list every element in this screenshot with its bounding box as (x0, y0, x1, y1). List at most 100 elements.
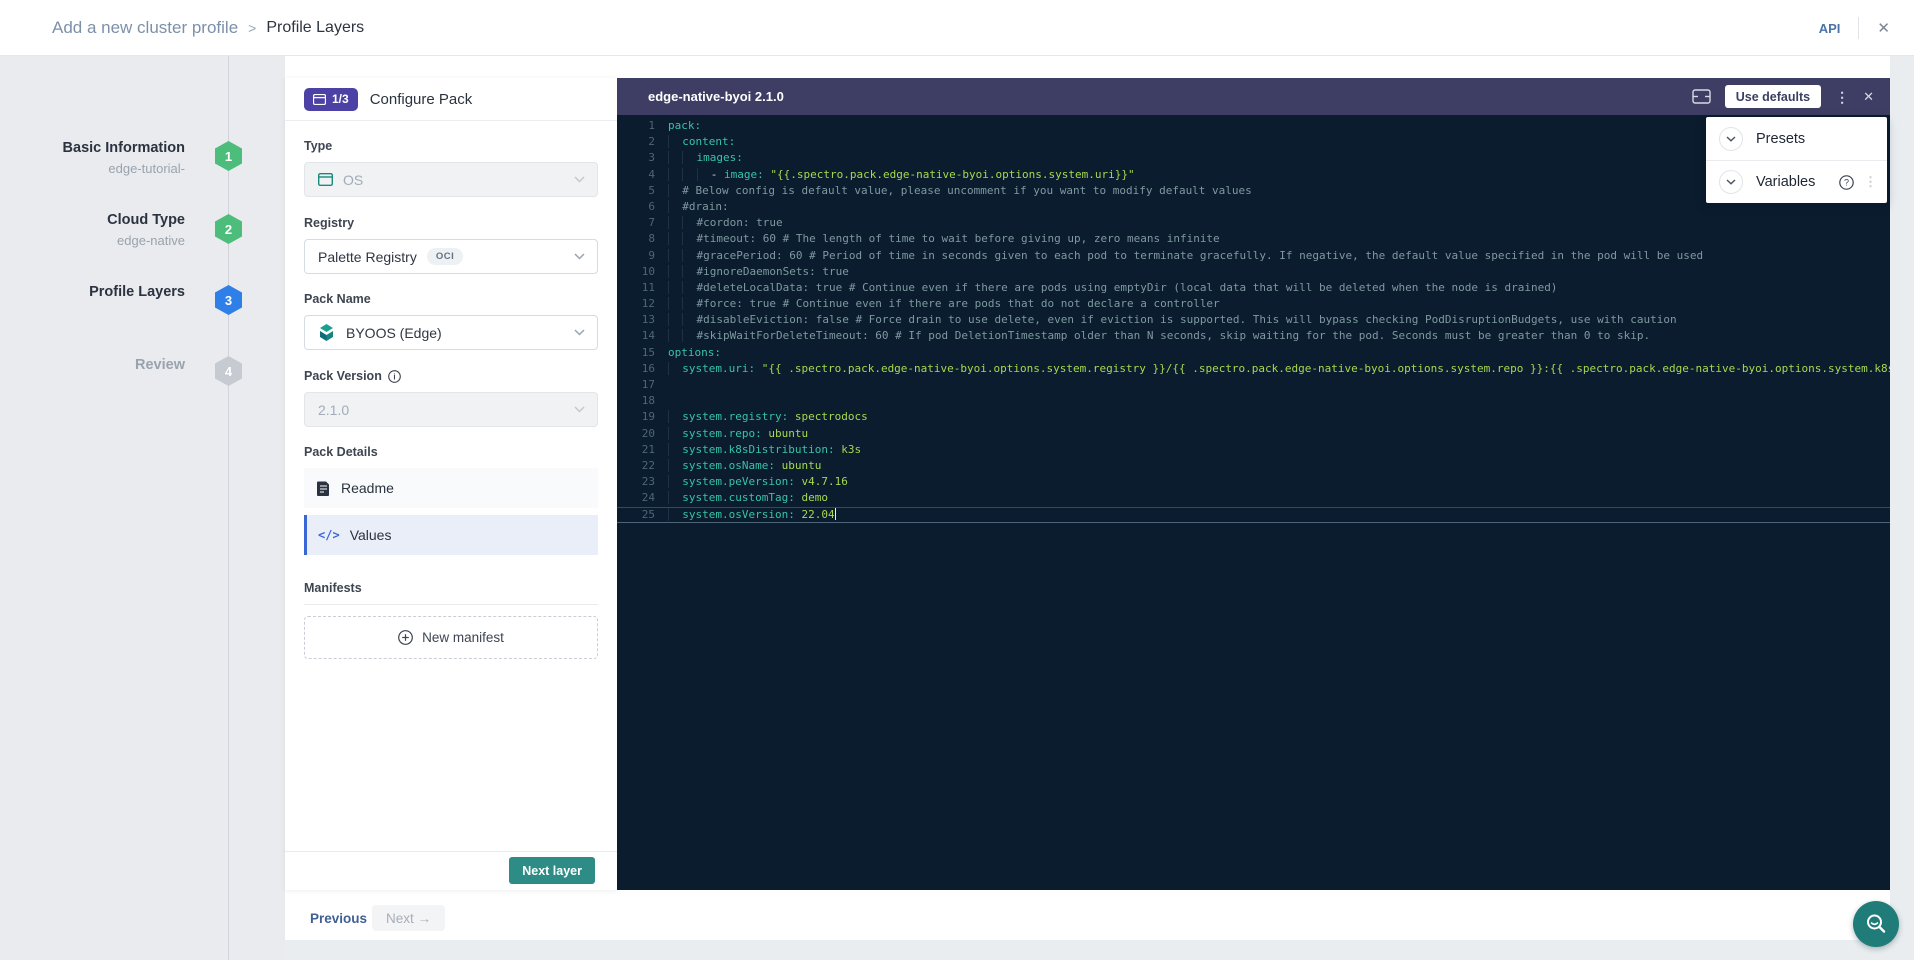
help-question-icon[interactable]: ? (1839, 175, 1854, 190)
code-line-content: system.uri: "{{ .spectro.pack.edge-nativ… (655, 361, 1890, 377)
wizard-close-icon[interactable]: ✕ (1877, 19, 1890, 37)
code-line[interactable]: 14 #skipWaitForDeleteTimeout: 60 # If po… (617, 328, 1890, 344)
code-line-content: system.repo: ubuntu (655, 426, 808, 442)
code-line[interactable]: 18 (617, 393, 1890, 409)
code-line-content (655, 393, 668, 409)
code-line[interactable]: 21 system.k8sDistribution: k3s (617, 442, 1890, 458)
line-number: 21 (617, 442, 655, 458)
code-line[interactable]: 16 system.uri: "{{ .spectro.pack.edge-na… (617, 361, 1890, 377)
code-line[interactable]: 24 system.customTag: demo (617, 490, 1890, 506)
new-manifest-button[interactable]: New manifest (304, 616, 598, 659)
code-line[interactable]: 3 images: (617, 150, 1890, 166)
code-line[interactable]: 17 (617, 377, 1890, 393)
presets-label: Presets (1756, 131, 1805, 147)
help-search-widget-button[interactable] (1853, 901, 1899, 947)
line-number: 14 (617, 328, 655, 344)
type-label: Type (304, 139, 332, 153)
code-line-content: #ignoreDaemonSets: true (655, 264, 849, 280)
code-line[interactable]: 10 #ignoreDaemonSets: true (617, 264, 1890, 280)
step-indicator-1[interactable]: 1 (215, 141, 242, 171)
previous-button[interactable]: Previous (310, 905, 367, 931)
code-line-content: images: (655, 150, 743, 166)
step-title-review[interactable]: Review (0, 357, 185, 373)
variables-expand-button[interactable] (1719, 170, 1743, 194)
code-line[interactable]: 15options: (617, 345, 1890, 361)
registry-select[interactable]: Palette Registry OCI (304, 239, 598, 274)
type-select[interactable]: OS (304, 162, 598, 197)
step-indicator-3[interactable]: 3 (215, 285, 242, 315)
configure-pack-header: 1/3 Configure Pack (285, 78, 617, 121)
code-line[interactable]: 12 #force: true # Continue even if there… (617, 296, 1890, 312)
line-number: 17 (617, 377, 655, 393)
wizard-stepper: Basic Information edge-tutorial- 1 Cloud… (0, 56, 285, 960)
next-layer-button[interactable]: Next layer (509, 857, 595, 884)
registry-value: Palette Registry (318, 249, 417, 265)
manifests-divider (304, 604, 598, 605)
readme-tab[interactable]: Readme (304, 468, 598, 508)
line-number: 2 (617, 134, 655, 150)
byoos-pack-icon (317, 323, 336, 342)
split-view-icon[interactable] (1692, 89, 1711, 104)
variables-menu-kebab-icon[interactable]: ⋮ (1864, 174, 1877, 190)
presets-row[interactable]: Presets (1706, 117, 1887, 160)
line-number: 13 (617, 312, 655, 328)
breadcrumb-parent[interactable]: Add a new cluster profile (52, 18, 238, 38)
code-line[interactable]: 22 system.osName: ubuntu (617, 458, 1890, 474)
api-link[interactable]: API (1819, 21, 1841, 36)
layer-window-icon (313, 94, 326, 105)
step-number: 2 (225, 222, 232, 237)
code-line[interactable]: 8 #timeout: 60 # The length of time to w… (617, 231, 1890, 247)
code-line[interactable]: 6 #drain: (617, 199, 1890, 215)
pack-step-count: 1/3 (332, 92, 349, 106)
code-line[interactable]: 11 #deleteLocalData: true # Continue eve… (617, 280, 1890, 296)
values-tab-selected[interactable]: </> Values (304, 515, 598, 555)
code-line[interactable]: 23 system.peVersion: v4.7.16 (617, 474, 1890, 490)
pack-version-select[interactable]: 2.1.0 (304, 392, 598, 427)
step-number: 4 (225, 364, 232, 379)
code-line-content: #disableEviction: false # Force drain to… (655, 312, 1677, 328)
code-line[interactable]: 5 # Below config is default value, pleas… (617, 183, 1890, 199)
code-line[interactable]: 1pack: (617, 118, 1890, 134)
code-line-content: #gracePeriod: 60 # Period of time in sec… (655, 248, 1703, 264)
pack-name-select[interactable]: BYOOS (Edge) (304, 315, 598, 350)
readme-document-icon (317, 481, 330, 496)
line-number: 4 (617, 167, 655, 183)
top-header: Add a new cluster profile > Profile Laye… (0, 0, 1914, 56)
code-line[interactable]: 2 content: (617, 134, 1890, 150)
step-subtitle-cloud-type: edge-native (0, 233, 185, 248)
code-line-content: system.osVersion: 22.04 (655, 508, 836, 522)
step-title-cloud-type[interactable]: Cloud Type (0, 212, 185, 228)
chevron-down-icon (574, 253, 585, 260)
step-title-profile-layers[interactable]: Profile Layers (0, 284, 185, 300)
variables-label: Variables (1756, 174, 1815, 190)
readme-tab-label: Readme (341, 480, 394, 496)
code-line[interactable]: 9 #gracePeriod: 60 # Period of time in s… (617, 248, 1890, 264)
code-line[interactable]: 4 - image: "{{.spectro.pack.edge-native-… (617, 167, 1890, 183)
line-number: 25 (617, 508, 655, 522)
code-line-content: content: (655, 134, 735, 150)
code-line[interactable]: 25 system.osVersion: 22.04 (617, 507, 1890, 523)
code-line[interactable]: 13 #disableEviction: false # Force drain… (617, 312, 1890, 328)
presets-expand-button[interactable] (1719, 127, 1743, 151)
use-defaults-button[interactable]: Use defaults (1725, 85, 1821, 108)
step-title-basic-information[interactable]: Basic Information (0, 140, 185, 156)
info-icon[interactable]: i (388, 370, 401, 383)
editor-close-icon[interactable]: ✕ (1863, 89, 1874, 105)
code-line[interactable]: 20 system.repo: ubuntu (617, 426, 1890, 442)
code-line[interactable]: 7 #cordon: true (617, 215, 1890, 231)
code-line-content: system.k8sDistribution: k3s (655, 442, 861, 458)
line-number: 10 (617, 264, 655, 280)
line-number: 12 (617, 296, 655, 312)
svg-text:i: i (393, 372, 395, 381)
code-line[interactable]: 19 system.registry: spectrodocs (617, 409, 1890, 425)
editor-menu-kebab-icon[interactable]: ⋮ (1835, 90, 1849, 104)
line-number: 1 (617, 118, 655, 134)
magnifier-smile-icon (1864, 912, 1888, 936)
next-button-disabled[interactable]: Next → (372, 905, 445, 931)
panel-title: Configure Pack (370, 91, 473, 108)
step-indicator-2[interactable]: 2 (215, 214, 242, 244)
code-area[interactable]: 1pack:2 content:3 images:4 - image: "{{.… (617, 118, 1890, 523)
step-indicator-4[interactable]: 4 (215, 356, 242, 386)
code-line-content: #drain: (655, 199, 729, 215)
variables-row[interactable]: Variables ? ⋮ (1706, 160, 1887, 203)
